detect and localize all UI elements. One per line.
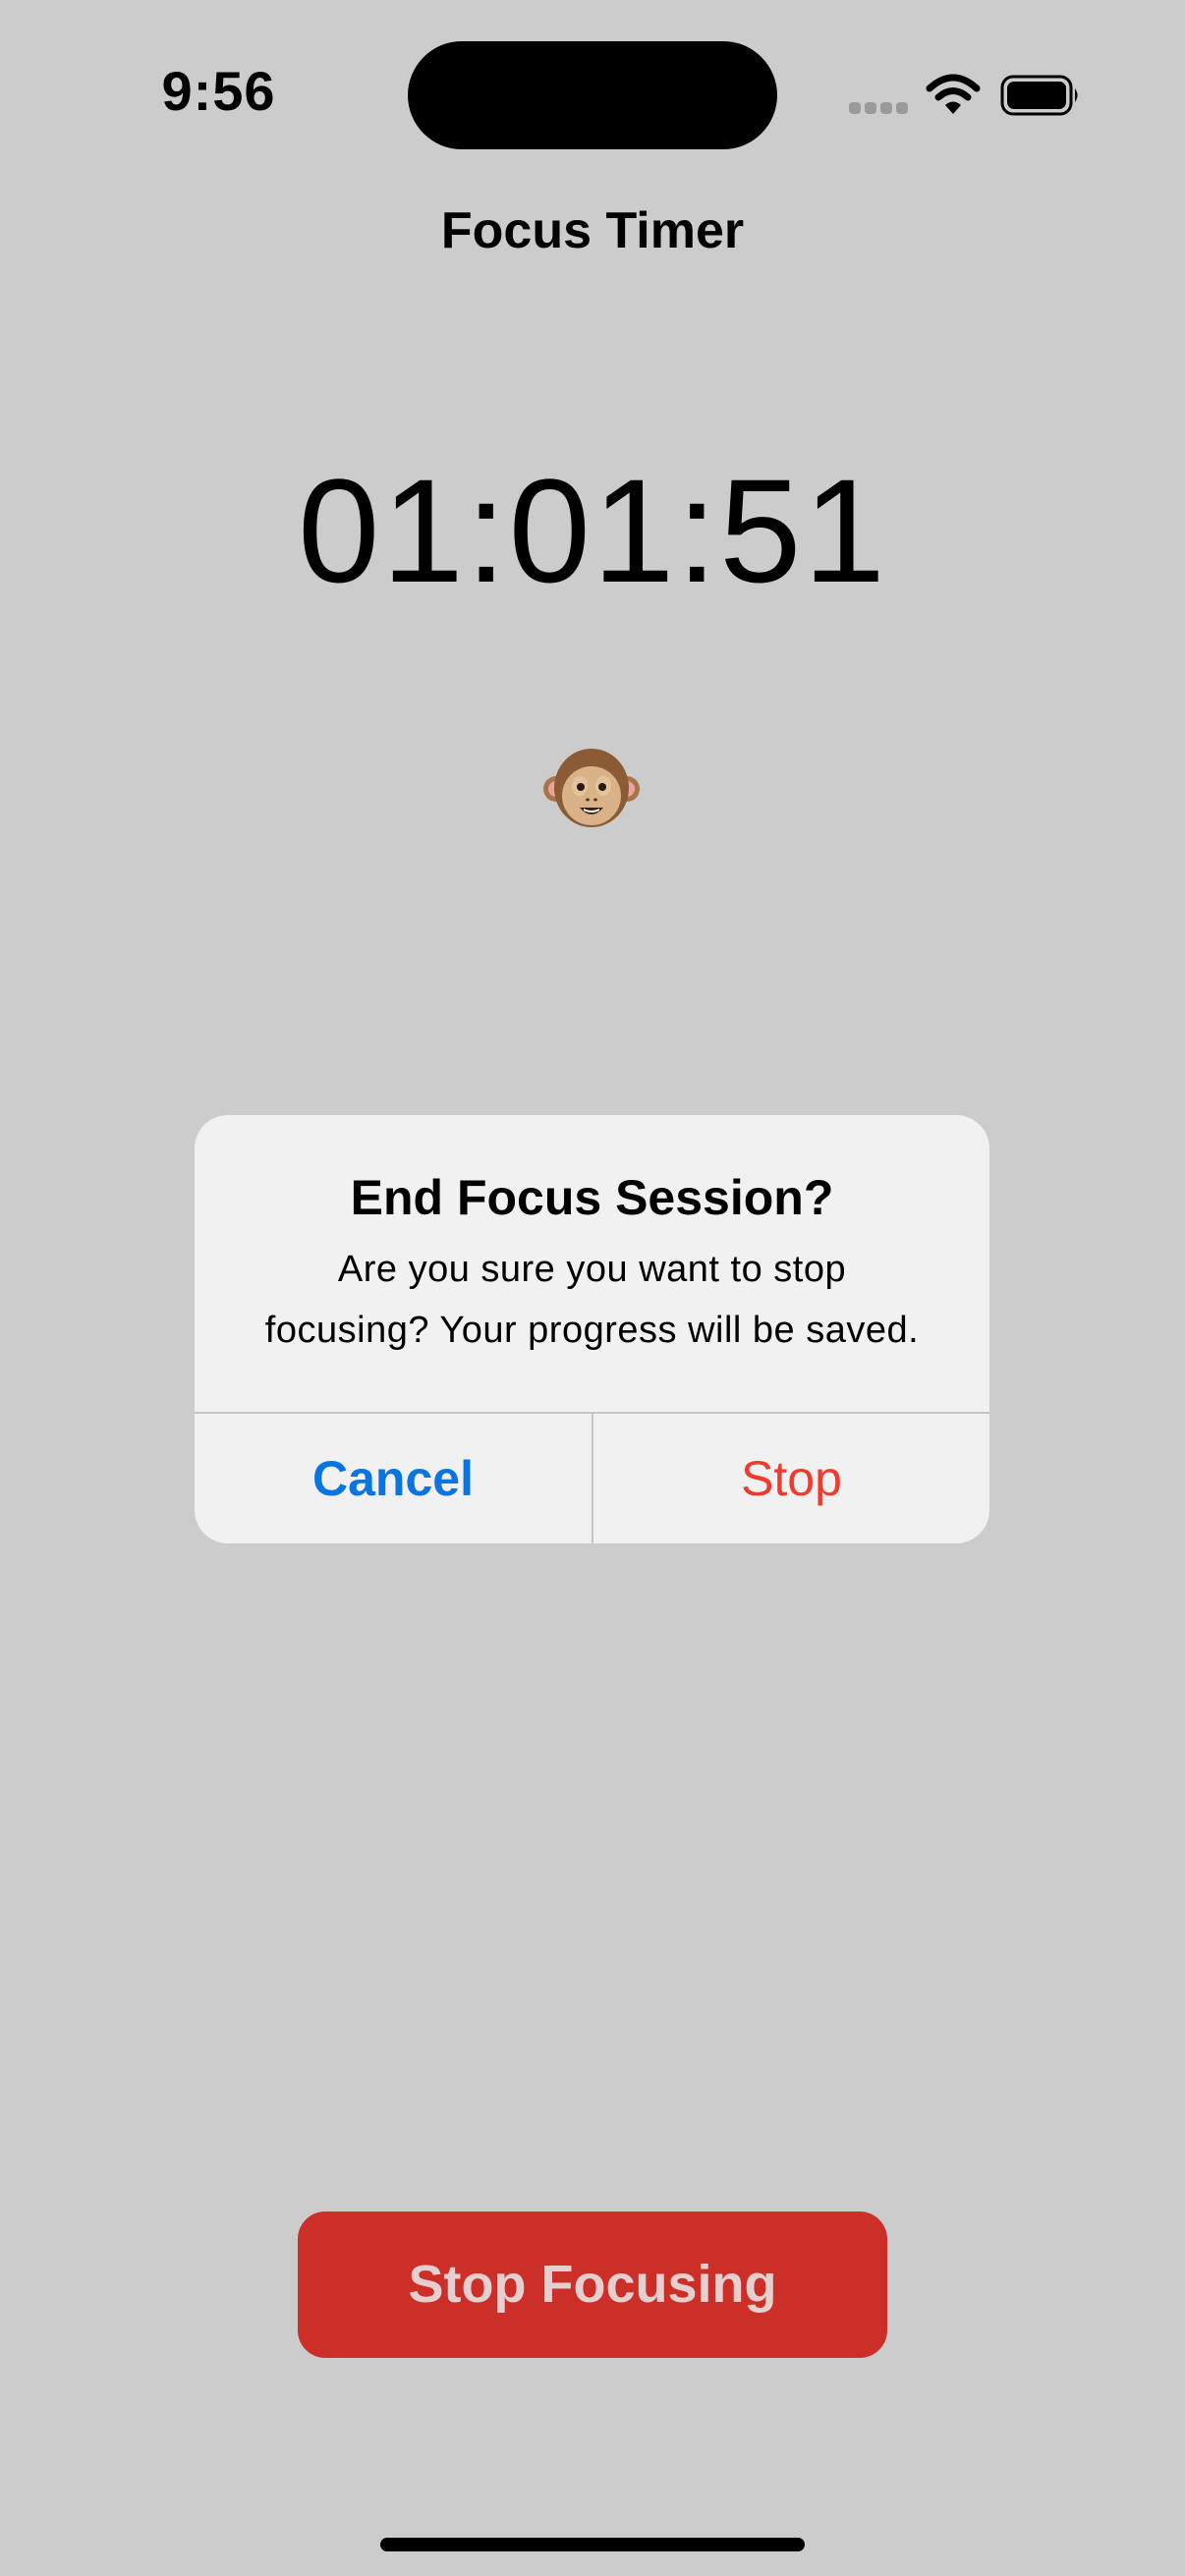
alert-message: Are you sure you want to stop focusing? … xyxy=(234,1239,950,1361)
monkey-icon xyxy=(543,749,640,827)
alert-dialog: End Focus Session? Are you sure you want… xyxy=(195,1115,989,1543)
cancel-button[interactable]: Cancel xyxy=(195,1414,592,1543)
stop-button[interactable]: Stop xyxy=(593,1414,989,1543)
alert-message-line-1: Are you sure you want to stop xyxy=(337,1249,847,1290)
wifi-icon xyxy=(926,74,981,114)
page-title: Focus Timer xyxy=(440,202,745,259)
status-time: 9:56 xyxy=(161,60,276,122)
battery-icon xyxy=(1000,75,1078,116)
timer-display: 01:01:51 xyxy=(298,448,887,613)
cell-signal-icon xyxy=(849,102,908,114)
status-bar: 9:56 xyxy=(0,0,1185,196)
alert-title: End Focus Session? xyxy=(350,1170,834,1225)
home-indicator[interactable] xyxy=(380,2538,805,2551)
alert-message-line-2: focusing? Your progress will be saved. xyxy=(264,1310,920,1351)
stop-focusing-button[interactable]: Stop Focusing xyxy=(298,2212,887,2358)
dynamic-island xyxy=(408,41,777,149)
